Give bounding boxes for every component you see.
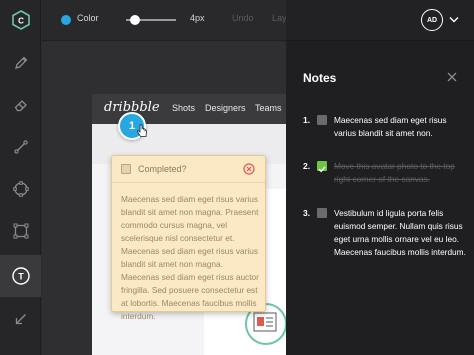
user-menu: AD — [286, 0, 474, 41]
ellipse-icon — [12, 181, 29, 197]
notes-panel: AD Notes 1. Maecenas sed diam eget risus… — [286, 0, 474, 355]
note-checkbox-checked[interactable] — [317, 161, 327, 173]
undo-button[interactable]: Undo — [232, 13, 254, 23]
tool-pencil[interactable] — [0, 42, 41, 84]
completed-label: Completed? — [138, 164, 187, 174]
note-checkbox[interactable] — [317, 208, 327, 218]
chevron-down-icon[interactable] — [449, 16, 459, 23]
tool-line[interactable] — [0, 126, 41, 168]
checkmark-icon — [318, 166, 326, 173]
line-icon — [13, 140, 28, 154]
color-label[interactable]: Color — [77, 13, 99, 23]
note-text: Vestibulum id ligula porta felis euismod… — [334, 208, 466, 257]
completed-checkbox[interactable] — [121, 164, 131, 174]
note-number: 1. — [303, 115, 311, 125]
close-circle-icon[interactable] — [243, 163, 255, 175]
app-logo[interactable]: C — [11, 10, 31, 30]
user-avatar[interactable]: AD — [421, 9, 443, 31]
notes-panel-title: Notes — [303, 71, 337, 85]
eraser-icon — [14, 100, 27, 112]
rectangle-icon — [13, 223, 28, 239]
brush-size-slider-handle[interactable] — [130, 15, 140, 25]
note-text: Maecenas sed diam eget risus varius blan… — [334, 115, 447, 138]
note-text-completed: Move this avatar photo to the top right … — [334, 161, 455, 184]
tool-ellipse[interactable] — [0, 168, 41, 210]
note-checkbox[interactable] — [317, 115, 327, 125]
pencil-icon — [14, 56, 27, 69]
note-number: 2. — [303, 161, 311, 171]
svg-text:C: C — [18, 17, 24, 26]
brush-size-value: 4px — [190, 13, 205, 23]
note-number: 3. — [303, 208, 311, 218]
tool-arrow[interactable] — [0, 298, 41, 340]
tool-eraser[interactable] — [0, 84, 41, 126]
note-popover: Completed? Maecenas sed diam eget risus … — [111, 155, 266, 321]
close-icon[interactable] — [447, 72, 457, 82]
top-toolbar: Color 4px Undo Lay — [42, 0, 287, 41]
color-swatch[interactable] — [61, 15, 71, 25]
tool-rail: C T — [0, 0, 41, 355]
hand-cursor-icon — [136, 124, 147, 137]
svg-text:T: T — [18, 272, 24, 282]
layers-button[interactable]: Lay — [272, 13, 287, 23]
app-root: C T Color 4px Undo Lay dribbble Shots De… — [0, 0, 474, 355]
site-nav-designers: Designers — [205, 103, 246, 113]
note-popover-header: Completed? — [112, 156, 265, 183]
text-icon: T — [11, 267, 30, 285]
site-nav-teams: Teams — [255, 103, 282, 113]
note-popover-text[interactable]: Maecenas sed diam eget risus varius blan… — [121, 193, 261, 323]
logo-hexagon-icon: C — [12, 10, 30, 30]
arrow-icon — [15, 314, 26, 325]
site-nav-shots: Shots — [172, 103, 196, 113]
tool-text[interactable]: T — [0, 255, 41, 297]
tool-rectangle[interactable] — [0, 210, 41, 252]
